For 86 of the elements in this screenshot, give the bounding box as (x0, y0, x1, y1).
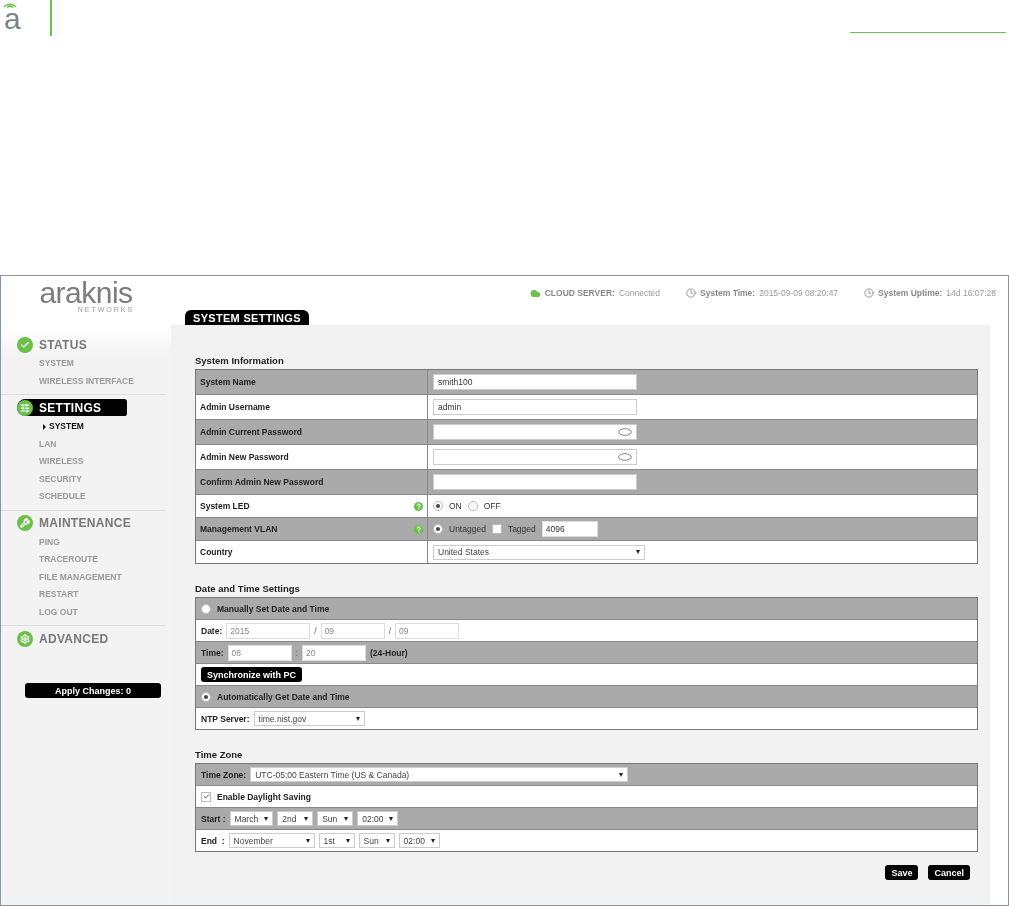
check-icon (17, 336, 33, 353)
dropdown[interactable]: 02:00 (357, 811, 399, 826)
option-label: Automatically Get Date and Time (217, 691, 350, 702)
eye-icon[interactable] (618, 453, 632, 461)
separator: / (388, 625, 391, 636)
radio-button[interactable] (433, 524, 443, 534)
number-field[interactable]: 2015 (226, 622, 311, 639)
help-icon[interactable] (414, 501, 423, 511)
number-field[interactable]: 09 (320, 622, 385, 639)
section-heading: Time Zone (195, 749, 244, 760)
checkbox[interactable] (201, 791, 211, 802)
field-label: Admin New Password (200, 452, 289, 462)
radio-label: Untagged (449, 524, 486, 534)
dropdown[interactable]: Sun (317, 811, 354, 826)
field-label: Time: (201, 647, 224, 658)
text-field[interactable] (433, 474, 637, 490)
checkbox[interactable] (491, 524, 502, 534)
status-value: Connected (618, 288, 661, 298)
wrench-icon (17, 515, 33, 531)
separator: : (295, 647, 298, 658)
separator: / (314, 625, 317, 636)
field-label: Confirm Admin New Password (200, 477, 324, 487)
field-label: Time Zone: (201, 769, 247, 780)
status-label: System Time: (700, 288, 756, 298)
dropdown[interactable]: March (229, 811, 274, 826)
checkbox-label: Enable Daylight Saving (217, 791, 311, 802)
text-field[interactable]: smith100 (433, 374, 637, 390)
checkbox-label: Tagged (507, 524, 536, 534)
radio-button[interactable] (433, 501, 443, 511)
eye-icon[interactable] (618, 428, 632, 436)
clock-icon (864, 288, 875, 298)
status-value: 2015-09-09 08:20:47 (759, 288, 839, 298)
dropdown[interactable]: UTC-05:00 Eastern Time (US & Canada) (250, 767, 629, 782)
dropdown[interactable]: 02:00 (398, 833, 440, 848)
nav-section[interactable]: MAINTENANCE (17, 514, 165, 532)
page-title: SYSTEM SETTINGS (185, 310, 309, 325)
country-select[interactable]: United States (433, 544, 645, 560)
nav-section[interactable]: STATUS (17, 336, 165, 353)
field-label: Date: (201, 625, 223, 636)
dropdown[interactable]: November (228, 833, 315, 848)
number-field[interactable]: 08 (227, 644, 292, 661)
dropdown[interactable]: time.nist.gov (253, 711, 365, 726)
radio-button[interactable] (201, 603, 211, 614)
synchronize-button[interactable]: Synchronize with PC (201, 667, 302, 682)
field-label: Start : (201, 813, 226, 824)
text-field[interactable]: admin (433, 399, 637, 415)
help-icon[interactable] (414, 524, 423, 534)
status-label: System Uptime: (878, 288, 943, 298)
status-label: CLOUD SERVER: (544, 288, 615, 298)
radio-button[interactable] (201, 691, 211, 702)
dropdown[interactable]: Sun (358, 833, 395, 848)
nav-section[interactable]: ADVANCED (17, 630, 165, 647)
number-field[interactable]: 20 (301, 644, 366, 661)
status-value: 14d 16:07:28 (946, 288, 996, 298)
clock-icon (686, 288, 697, 298)
apply-changes-button[interactable]: Apply Changes: 0 (25, 683, 161, 698)
sliders-icon (17, 399, 33, 416)
cloud-icon (529, 287, 541, 299)
field-label: System LED (200, 501, 250, 511)
note: (24-Hour) (369, 647, 408, 658)
field-label: End : (201, 835, 225, 846)
radio-button[interactable] (467, 501, 478, 511)
option-label: Manually Set Date and Time (217, 603, 330, 614)
nav-item[interactable]: SYSTEM (17, 418, 84, 436)
gear-icon (17, 630, 33, 647)
field-label: Admin Username (200, 402, 270, 412)
logo-letter: a (4, 8, 21, 30)
dropdown[interactable]: 2nd (277, 811, 314, 826)
section-heading: System Information (195, 355, 285, 366)
password-field[interactable] (433, 449, 637, 465)
radio-label: OFF (483, 501, 501, 511)
field-label: NTP Server: (201, 713, 250, 724)
dropdown[interactable]: 1st (318, 833, 355, 848)
field-label: Management VLAN (200, 524, 278, 534)
save-button[interactable]: Save (885, 865, 919, 880)
section-heading: Date and Time Settings (195, 583, 301, 594)
field-label: Admin Current Password (200, 427, 303, 437)
vlan-id-field[interactable]: 4096 (541, 521, 598, 537)
field-label: Country (200, 547, 233, 557)
field-label: System Name (200, 377, 256, 387)
cancel-button[interactable]: Cancel (928, 865, 970, 880)
number-field[interactable]: 09 (395, 622, 459, 639)
brand-name: araknis (39, 280, 133, 306)
nav-section[interactable]: SETTINGS (17, 399, 127, 416)
password-field[interactable] (433, 424, 637, 440)
radio-label: ON (449, 501, 462, 511)
